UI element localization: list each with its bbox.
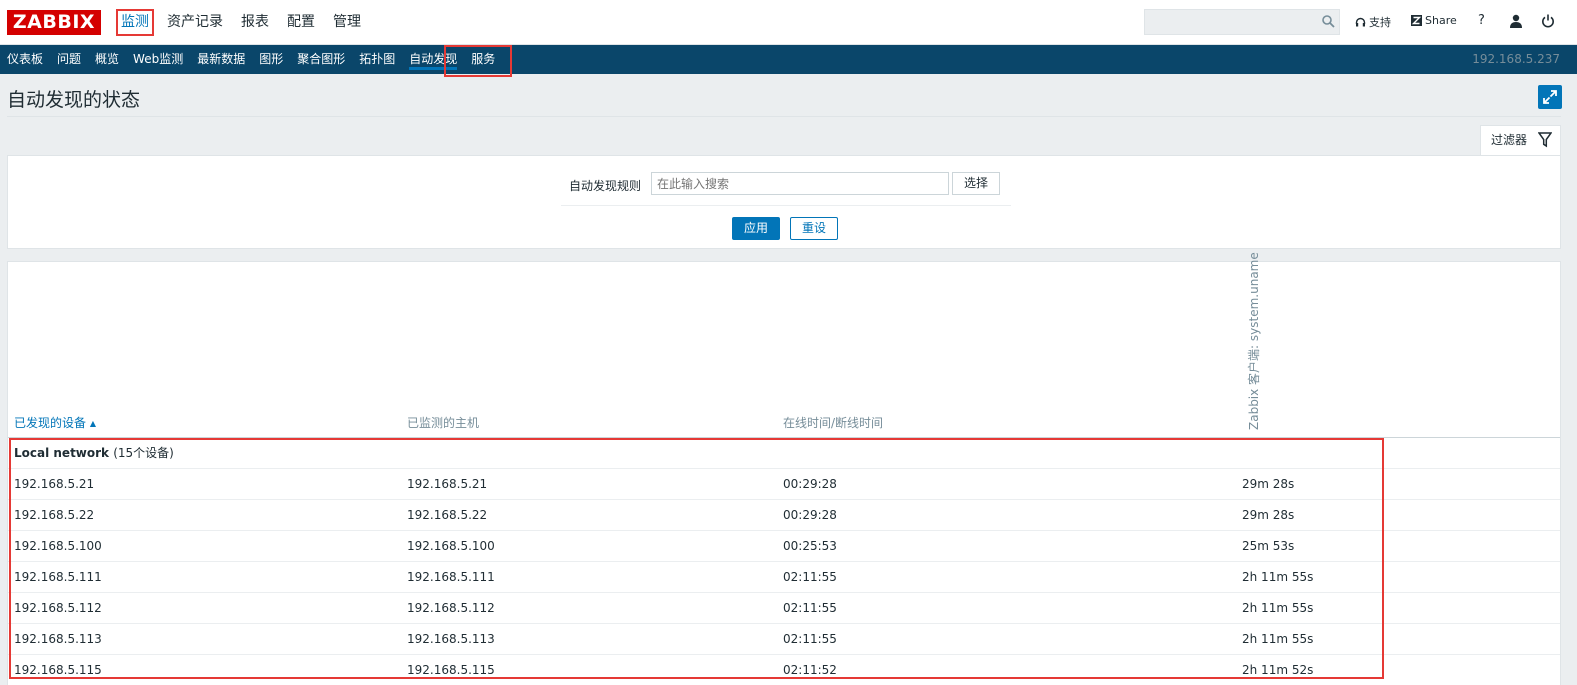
apply-button[interactable]: 应用: [732, 217, 780, 240]
nav-services[interactable]: 服务: [464, 45, 502, 74]
support-label: 支持: [1369, 16, 1391, 29]
table-row: 192.168.5.21 192.168.5.21 00:29:28 29m 2…: [8, 469, 1560, 500]
check-cell: 2h 11m 55s: [1242, 601, 1314, 615]
column-header-check-label: Zabbix 客户端: system.uname: [1247, 252, 1261, 430]
uptime-cell: 02:11:55: [783, 570, 837, 584]
column-header-discovered-device-label: 已发现的设备: [14, 416, 87, 430]
select-button[interactable]: 选择: [952, 172, 1000, 195]
uptime-cell: 02:11:55: [783, 632, 837, 646]
menu-monitoring[interactable]: 监测: [112, 0, 158, 45]
uptime-cell: 00:29:28: [783, 477, 837, 491]
group-title: Local network (15个设备): [14, 438, 174, 468]
host-cell: 192.168.5.112: [407, 601, 495, 615]
check-cell: 2h 11m 52s: [1242, 663, 1314, 677]
group-row: Local network (15个设备): [8, 438, 1560, 469]
filter-tab[interactable]: 过滤器: [1480, 125, 1561, 156]
group-count: (15个设备): [113, 446, 174, 460]
host-cell: 192.168.5.111: [407, 570, 495, 584]
monitoring-submenu: 仪表板 问题 概览 Web监测 最新数据 图形 聚合图形 拓扑图 自动发现 服务: [0, 45, 502, 74]
column-header-discovered-device[interactable]: 已发现的设备 ▲: [14, 414, 96, 431]
search-icon[interactable]: [1322, 15, 1335, 28]
host-cell: 192.168.5.22: [407, 508, 488, 522]
nav-maps[interactable]: 拓扑图: [352, 45, 402, 74]
device-cell: 192.168.5.111: [14, 570, 102, 584]
host-cell: 192.168.5.113: [407, 632, 495, 646]
help-icon[interactable]: ?: [1478, 13, 1485, 28]
menu-reports[interactable]: 报表: [232, 0, 278, 45]
table-row: 192.168.5.100 192.168.5.100 00:25:53 25m…: [8, 531, 1560, 562]
column-header-monitored-host: 已监测的主机: [407, 416, 480, 430]
discovery-status-table: 已发现的设备 ▲ 已监测的主机 在线时间/断线时间 Zabbix 客户端: sy…: [7, 252, 1561, 685]
nav-screens[interactable]: 聚合图形: [290, 45, 352, 74]
uptime-cell: 02:11:52: [783, 663, 837, 677]
device-cell: 192.168.5.115: [14, 663, 102, 677]
check-cell: 29m 28s: [1242, 508, 1295, 522]
uptime-cell: 00:29:28: [783, 508, 837, 522]
device-cell: 192.168.5.112: [14, 601, 102, 615]
host-cell: 192.168.5.115: [407, 663, 495, 677]
support-link[interactable]: 支持: [1355, 14, 1391, 30]
server-ip: 192.168.5.237: [1472, 52, 1560, 66]
main-menu: 监测 资产记录 报表 配置 管理: [112, 0, 370, 45]
filter-divider: [561, 205, 1011, 206]
nav-discovery[interactable]: 自动发现: [402, 45, 464, 74]
check-cell: 2h 11m 55s: [1242, 570, 1314, 584]
fullscreen-button[interactable]: [1538, 85, 1562, 109]
title-divider: [7, 116, 1561, 117]
check-cell: 2h 11m 55s: [1242, 632, 1314, 646]
top-header: ZABBIX 监测 资产记录 报表 配置 管理 支持 Share ?: [0, 0, 1577, 45]
check-cell: 29m 28s: [1242, 477, 1295, 491]
expand-icon: [1543, 90, 1557, 104]
check-cell: 25m 53s: [1242, 539, 1295, 553]
column-header-uptime-downtime: 在线时间/断线时间: [783, 416, 884, 430]
menu-configuration[interactable]: 配置: [278, 0, 324, 45]
sub-navigation-bar: 仪表板 问题 概览 Web监测 最新数据 图形 聚合图形 拓扑图 自动发现 服务…: [0, 45, 1577, 74]
menu-inventory[interactable]: 资产记录: [158, 0, 232, 45]
filter-tab-label: 过滤器: [1491, 133, 1528, 147]
global-search-input[interactable]: [1144, 9, 1340, 35]
filter-funnel-icon: [1538, 132, 1552, 148]
discovery-rule-input[interactable]: [651, 172, 949, 195]
menu-administration[interactable]: 管理: [324, 0, 370, 45]
zabbix-logo[interactable]: ZABBIX: [7, 10, 101, 35]
table-row: 192.168.5.115 192.168.5.115 02:11:52 2h …: [8, 655, 1560, 685]
uptime-cell: 02:11:55: [783, 601, 837, 615]
reset-button[interactable]: 重设: [790, 217, 838, 240]
host-cell: 192.168.5.21: [407, 477, 488, 491]
headset-icon: [1355, 17, 1366, 26]
column-header-check-rotated: Zabbix 客户端: system.uname: [1242, 252, 1262, 432]
device-cell: 192.168.5.21: [14, 477, 95, 491]
nav-web[interactable]: Web监测: [126, 45, 190, 74]
nav-graphs[interactable]: 图形: [252, 45, 290, 74]
nav-problems[interactable]: 问题: [50, 45, 88, 74]
nav-overview[interactable]: 概览: [88, 45, 126, 74]
filter-panel: 自动发现规则 选择 应用 重设: [7, 155, 1561, 249]
sort-ascending-icon: ▲: [89, 419, 96, 428]
discovery-rule-label: 自动发现规则: [569, 179, 642, 193]
page-title: 自动发现的状态: [7, 89, 141, 111]
table-row: 192.168.5.22 192.168.5.22 00:29:28 29m 2…: [8, 500, 1560, 531]
user-profile-icon[interactable]: [1509, 14, 1523, 28]
table-row: 192.168.5.112 192.168.5.112 02:11:55 2h …: [8, 593, 1560, 624]
uptime-cell: 00:25:53: [783, 539, 837, 553]
device-cell: 192.168.5.113: [14, 632, 102, 646]
logout-power-icon[interactable]: [1541, 14, 1555, 28]
nav-dashboard[interactable]: 仪表板: [0, 45, 50, 74]
group-name: Local network: [14, 446, 110, 460]
device-cell: 192.168.5.100: [14, 539, 102, 553]
table-row: 192.168.5.111 192.168.5.111 02:11:55 2h …: [8, 562, 1560, 593]
share-link[interactable]: Share: [1411, 14, 1457, 27]
share-logo-icon: [1411, 15, 1422, 26]
device-cell: 192.168.5.22: [14, 508, 95, 522]
nav-latest-data[interactable]: 最新数据: [190, 45, 252, 74]
table-row: 192.168.5.113 192.168.5.113 02:11:55 2h …: [8, 624, 1560, 655]
share-label: Share: [1425, 14, 1457, 27]
host-cell: 192.168.5.100: [407, 539, 495, 553]
